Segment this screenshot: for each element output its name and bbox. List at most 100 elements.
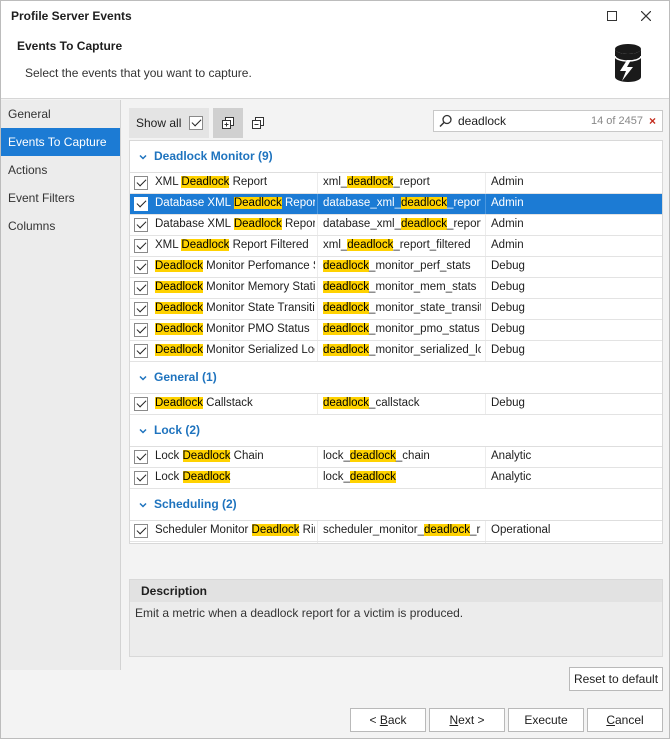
event-checkbox[interactable] [134, 323, 148, 337]
reset-to-default-button[interactable]: Reset to default [569, 667, 663, 691]
event-channel-cell: Analytic [491, 471, 532, 483]
event-row[interactable]: Scheduler Monitor Deadlock Ring Buffer R… [130, 521, 662, 542]
event-name-cell: Deadlock Monitor Serialized Local Wait [155, 344, 315, 356]
nav-item-columns[interactable]: Columns [1, 212, 120, 240]
event-checkbox[interactable] [134, 260, 148, 274]
id-text: _callstack [369, 397, 420, 409]
match-highlight: Deadlock [155, 260, 203, 272]
column-separator [317, 394, 318, 414]
nav-item-events-to-capture[interactable]: Events To Capture [1, 128, 120, 156]
group-header[interactable]: Lock (2) [130, 415, 662, 447]
next-button[interactable]: Next > [429, 708, 505, 732]
column-separator [317, 320, 318, 340]
column-separator [317, 173, 318, 193]
event-checkbox[interactable] [134, 239, 148, 253]
nav-item-general[interactable]: General [1, 100, 120, 128]
event-channel-cell: Admin [491, 197, 524, 209]
close-button[interactable] [633, 5, 659, 27]
match-highlight: deadlock [347, 239, 394, 251]
event-id-cell: lock_deadlock_chain [323, 450, 481, 462]
group-header[interactable]: Scheduling (2) [130, 489, 662, 521]
event-channel-cell: Operational [491, 524, 551, 536]
events-grid: Deadlock Monitor (9) XML Deadlock Report x… [129, 140, 663, 544]
event-row[interactable]: XML Deadlock Report Filtered xml_deadlock… [130, 236, 662, 257]
id-text: _chain [395, 450, 430, 462]
column-separator [317, 447, 318, 467]
group-header[interactable]: Deadlock Monitor (9) [130, 141, 662, 173]
name-text: Ring Buffer Recorded [302, 524, 315, 536]
event-row[interactable]: Deadlock Monitor Perfomance Stats deadloc… [130, 257, 662, 278]
column-separator [317, 215, 318, 235]
name-text: Scheduler Monitor [155, 524, 252, 536]
event-checkbox[interactable] [134, 524, 148, 538]
event-row[interactable]: Deadlock Monitor Serialized Local Wait de… [130, 341, 662, 362]
event-checkbox[interactable] [134, 344, 148, 358]
match-highlight: deadlock [349, 450, 396, 462]
toolbar: Show all deadlock 14 of 2457 × [129, 108, 663, 138]
group-label: Scheduling (2) [154, 497, 237, 511]
event-row[interactable]: Lock Deadlock lock_deadlock Analytic [130, 468, 662, 489]
event-row[interactable]: Lock Deadlock Chain lock_deadlock_chain An… [130, 447, 662, 468]
id-text: xml_ [323, 239, 348, 251]
event-checkbox[interactable] [134, 397, 148, 411]
event-row[interactable]: Deadlock Scheduler Callback Executeddead… [130, 542, 662, 543]
cancel-button[interactable]: Cancel [587, 708, 663, 732]
column-separator [317, 341, 318, 361]
event-id-cell: xml_deadlock_report_filtered [323, 239, 481, 251]
event-checkbox[interactable] [134, 197, 148, 211]
expand-all-button[interactable] [213, 108, 243, 138]
group-header[interactable]: General (1) [130, 362, 662, 394]
event-row[interactable]: Database XML Deadlock Report database_xml… [130, 215, 662, 236]
id-text: _report_filtered [393, 239, 471, 251]
event-checkbox[interactable] [134, 450, 148, 464]
dialog-window: Profile Server Events Events To Capture … [0, 0, 670, 739]
show-all-toggle[interactable]: Show all [129, 108, 209, 138]
id-text: _monitor_serialized_local_wait [369, 344, 481, 356]
column-separator [317, 236, 318, 256]
event-checkbox[interactable] [134, 176, 148, 190]
chevron-down-icon [139, 502, 147, 508]
group-label: Lock (2) [154, 423, 201, 437]
event-name-cell: Scheduler Monitor Deadlock Ring Buffer R… [155, 524, 315, 536]
show-all-checkbox[interactable] [189, 116, 204, 130]
clear-search-icon[interactable]: × [649, 114, 656, 128]
event-checkbox[interactable] [134, 302, 148, 316]
event-name-cell: Deadlock Monitor Perfomance Stats [155, 260, 315, 272]
match-highlight: Deadlock [181, 176, 230, 188]
event-row[interactable]: XML Deadlock Report xml_deadlock_report Ad… [130, 173, 662, 194]
event-row[interactable]: Deadlock Callstack deadlock_callstack Debu… [130, 394, 662, 415]
event-channel-cell: Debug [491, 344, 525, 356]
event-id-cell: scheduler_monitor_deadlock_ring_buffer_r… [323, 524, 481, 536]
event-row[interactable]: Deadlock Monitor PMO Status deadlock_moni… [130, 320, 662, 341]
nav-item-event-filters[interactable]: Event Filters [1, 184, 120, 212]
event-channel-cell: Debug [491, 281, 525, 293]
event-row[interactable]: Deadlock Monitor Memory Statistics deadlo… [130, 278, 662, 299]
column-separator [485, 194, 486, 214]
event-checkbox[interactable] [134, 471, 148, 485]
back-button[interactable]: < Back [350, 708, 426, 732]
event-row[interactable]: Database XML Deadlock Report with Multip… [130, 194, 662, 215]
match-highlight: Deadlock [155, 323, 203, 335]
column-separator [317, 194, 318, 214]
id-text: lock_ [323, 450, 350, 462]
page-title: Events To Capture [17, 39, 123, 53]
event-checkbox[interactable] [134, 281, 148, 295]
id-text: _monitor_pmo_status [369, 323, 480, 335]
collapse-all-button[interactable] [243, 108, 273, 138]
event-id-cell: deadlock_monitor_serialized_local_wait [323, 344, 481, 356]
column-separator [485, 173, 486, 193]
match-highlight: Deadlock [251, 524, 300, 536]
match-highlight: Deadlock [182, 450, 231, 462]
id-text: _monitor_mem_stats [369, 281, 477, 293]
event-checkbox[interactable] [134, 218, 148, 232]
collapse-all-icon [252, 117, 264, 129]
nav-item-actions[interactable]: Actions [1, 156, 120, 184]
search-box[interactable]: deadlock 14 of 2457 × [433, 110, 663, 132]
search-input[interactable]: deadlock [458, 114, 591, 128]
match-highlight: Deadlock [155, 302, 203, 314]
column-separator [317, 521, 318, 541]
event-row[interactable]: Deadlock Monitor State Transition deadloc… [130, 299, 662, 320]
execute-button[interactable]: Execute [508, 708, 584, 732]
maximize-button[interactable] [599, 5, 625, 27]
column-separator [317, 257, 318, 277]
